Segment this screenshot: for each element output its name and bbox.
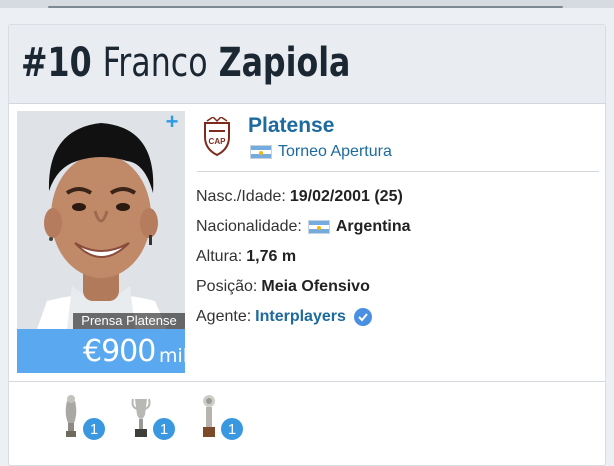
- nationality-label: Nacionalidade:: [196, 218, 302, 235]
- club-crest-icon[interactable]: CAP: [201, 116, 233, 157]
- birth-value: 19/02/2001 (25): [289, 188, 403, 205]
- trophy-icon[interactable]: [129, 393, 153, 439]
- argentina-flag-icon: [250, 145, 272, 159]
- player-header: #10 Franco Zapiola: [9, 25, 605, 104]
- league-name-link[interactable]: Torneo Apertura: [278, 141, 392, 163]
- height-value: 1,76 m: [246, 248, 297, 265]
- birth-row: Nasc./Idade: 19/02/2001 (25): [196, 185, 403, 209]
- height-label: Altura:: [196, 248, 243, 265]
- trophy-count-badge: 1: [152, 417, 176, 441]
- league-row[interactable]: Torneo Apertura: [250, 141, 392, 163]
- player-photo-image: [17, 111, 185, 329]
- photo-credit: Prensa Platense: [73, 313, 185, 329]
- player-first-name: Franco: [102, 40, 208, 86]
- top-bar-line: [48, 6, 563, 8]
- position-label: Posição:: [196, 278, 258, 295]
- nationality-row: Nacionalidade: Argentina: [196, 215, 411, 239]
- trophy-count-badge: 1: [220, 417, 244, 441]
- position-value: Meia Ofensivo: [261, 278, 370, 295]
- market-value-amount: €900: [83, 334, 156, 369]
- svg-text:CAP: CAP: [209, 137, 227, 146]
- position-row: Posição: Meia Ofensivo: [196, 275, 370, 299]
- add-to-watchlist-icon[interactable]: +: [163, 111, 181, 133]
- nationality-value: Argentina: [335, 218, 411, 235]
- trophy-icon[interactable]: [197, 393, 221, 439]
- market-value-unit: mil: [159, 345, 189, 367]
- trophies-divider: [9, 381, 605, 382]
- verified-check-icon: [353, 308, 372, 326]
- argentina-flag-icon: [307, 220, 330, 234]
- agent-link[interactable]: Interplayers: [255, 305, 346, 329]
- player-number: #10: [21, 40, 92, 86]
- player-photo[interactable]: [17, 111, 185, 329]
- agent-row: Agente: Interplayers: [196, 305, 372, 329]
- agent-label: Agente:: [196, 308, 252, 325]
- birth-label: Nasc./Idade:: [196, 188, 286, 205]
- player-last-name: Zapiola: [218, 40, 351, 86]
- trophy-count-badge: 1: [82, 417, 106, 441]
- player-title: #10 Franco Zapiola: [21, 37, 350, 89]
- height-row: Altura: 1,76 m: [196, 245, 296, 269]
- market-value-box[interactable]: €900 mil: [17, 329, 189, 373]
- top-bar: [0, 0, 614, 8]
- player-card: #10 Franco Zapiola + Prensa Platense €90…: [8, 24, 606, 466]
- trophy-icon[interactable]: [59, 393, 83, 439]
- club-name-link[interactable]: Platense: [248, 113, 334, 139]
- info-divider: [197, 171, 599, 172]
